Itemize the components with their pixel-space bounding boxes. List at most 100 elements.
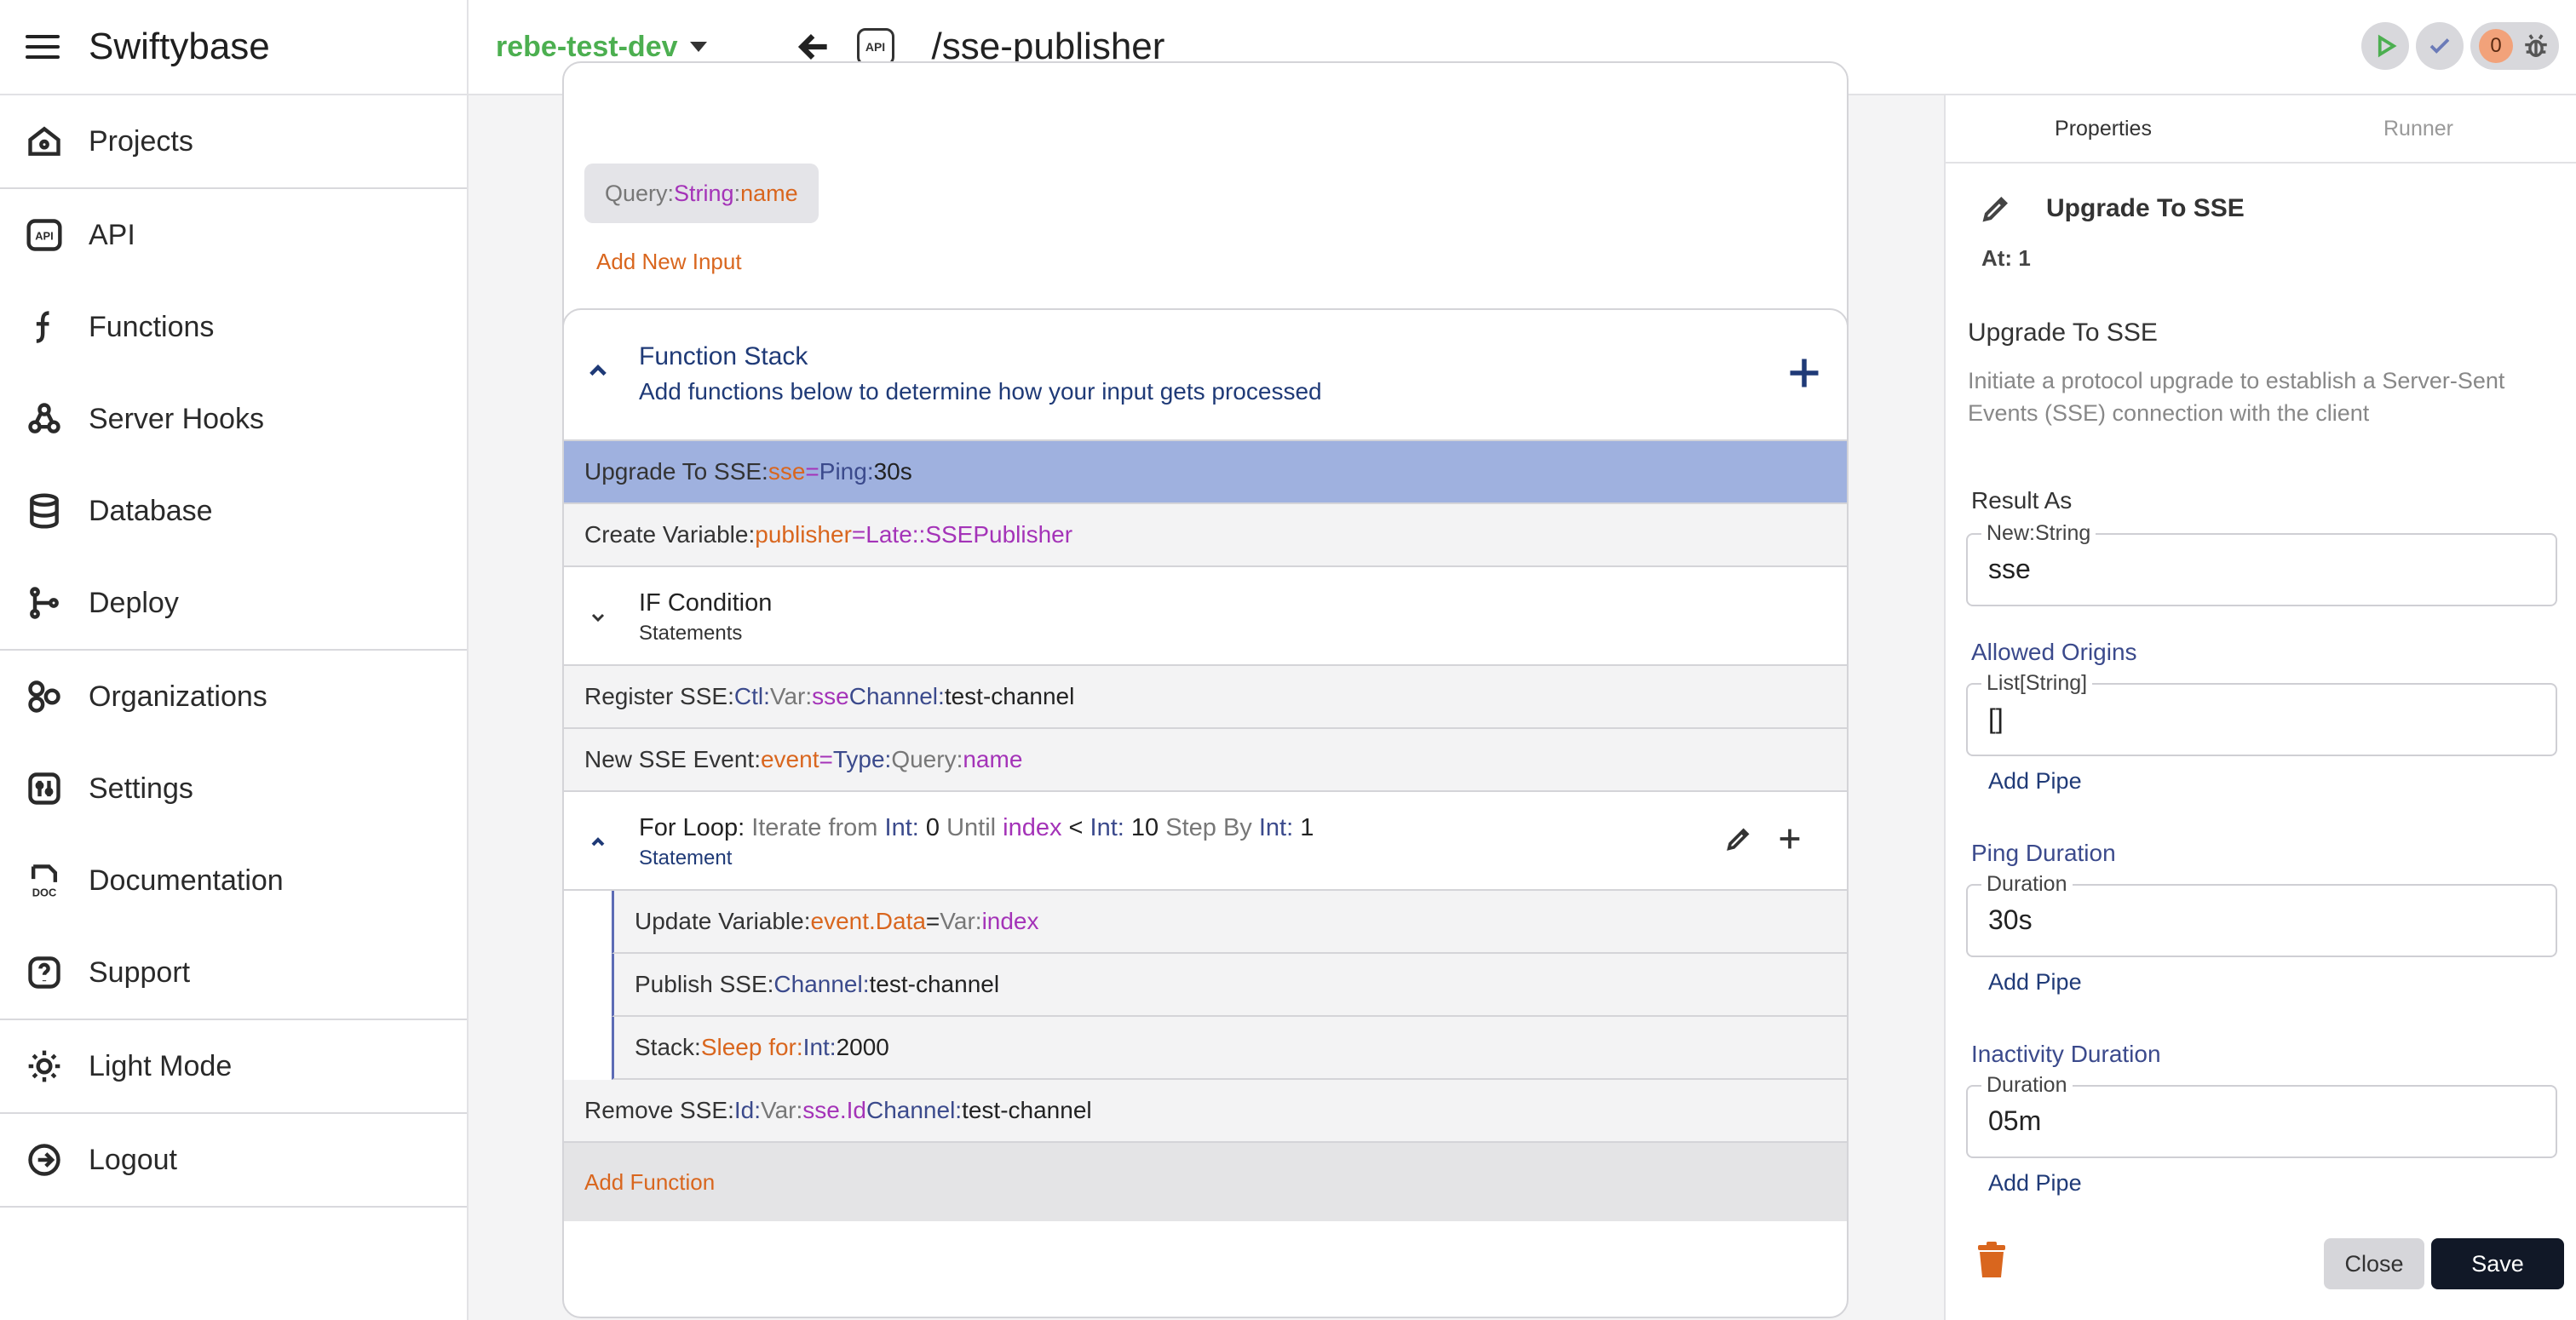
chevron-down-icon[interactable] [588,606,608,627]
error-count-badge: 0 [2479,29,2513,63]
row-label: Publish SSE: [635,971,774,997]
settings-icon [26,770,63,807]
stack-row-upgrade-sse[interactable]: Upgrade To SSE: sse = Ping: 30s [564,441,1847,504]
check-button[interactable] [2416,22,2464,70]
sidebar-item-light-mode[interactable]: Light Mode [0,1020,467,1112]
row-var: sse.Id [802,1097,866,1123]
git-branch-icon [26,584,63,622]
sidebar-item-settings[interactable]: Settings [0,743,467,835]
tab-runner[interactable]: Runner [2261,95,2576,162]
row-var: sse [768,458,806,485]
add-function-plus-icon[interactable] [1785,354,1823,392]
sidebar-item-label: Database [89,494,213,527]
loop-index: index [1003,814,1062,841]
ping-duration-field[interactable]: Duration 30s [1966,872,2557,957]
row-var: publisher [755,521,852,548]
sidebar-item-label: Deploy [89,586,179,619]
add-new-input-link[interactable]: Add New Input [596,249,742,275]
sidebar-item-label: Organizations [89,680,267,713]
back-arrow-icon[interactable] [796,28,833,66]
function-stack-card: Function Stack Add functions below to de… [562,308,1849,1318]
row-channel-value: test-channel [962,1097,1092,1123]
tab-properties[interactable]: Properties [1946,95,2261,162]
row-value: 2000 [836,1034,889,1060]
loop-to: 10 [1130,814,1159,841]
project-selector[interactable]: rebe-test-dev [496,31,707,64]
stack-row-new-sse-event[interactable]: New SSE Event: event = Type: Query: name [564,729,1847,792]
row-label: Remove SSE: [584,1097,734,1123]
logout-icon [26,1141,63,1179]
sidebar-item-label: Functions [89,310,215,343]
caret-down-icon [689,42,707,52]
loop-from: 0 [925,814,940,841]
row-eq: = [925,908,940,934]
debug-button[interactable]: 0 [2470,22,2559,70]
sidebar-item-deploy[interactable]: Deploy [0,557,467,649]
trash-icon[interactable] [1975,1242,2009,1279]
row-channel-label: Channel: [848,683,945,709]
add-pipe-origins-link[interactable]: Add Pipe [1988,768,2082,795]
loop-until: Until [940,814,1003,841]
loop-step: Step By [1159,814,1259,841]
menu-icon[interactable] [26,30,60,64]
row-var-label: Var: [940,908,982,934]
allowed-origins-field[interactable]: List[String] [] [1966,671,2557,756]
help-icon [26,954,63,991]
row-label: Upgrade To SSE: [584,458,768,485]
if-condition-title: IF Condition [639,589,773,617]
row-channel-label: Channel: [773,971,870,997]
stack-row-remove-sse[interactable]: Remove SSE: Id: Var: sse.Id Channel: tes… [564,1080,1847,1143]
save-button[interactable]: Save [2431,1238,2564,1289]
add-function-link[interactable]: Add Function [564,1143,1847,1221]
stack-row-create-variable[interactable]: Create Variable: publisher = Late::SSEPu… [564,504,1847,567]
sidebar-item-label: Projects [89,124,193,158]
loop-iterate: Iterate from [751,814,885,841]
row-var-label: Var: [769,683,813,709]
ping-duration-label: Ping Duration [1971,840,2116,866]
project-name: rebe-test-dev [496,30,678,63]
row-type: Late::SSEPublisher [865,521,1073,548]
database-icon [26,492,63,530]
stack-row-for-loop[interactable]: For Loop: Iterate from Int: 0 Until inde… [564,792,1847,891]
play-icon [2378,34,2397,58]
close-button[interactable]: Close [2324,1238,2424,1289]
row-type-label: Type: [832,746,892,772]
chevron-up-icon[interactable] [588,831,608,852]
input-chip[interactable]: Query: String: name [584,164,819,223]
sidebar-item-documentation[interactable]: DOC Documentation [0,835,467,927]
sidebar-item-functions[interactable]: Functions [0,281,467,373]
stack-row-register-sse[interactable]: Register SSE: Ctl: Var: sse Channel: tes… [564,666,1847,729]
function-name: Upgrade To SSE [1968,319,2158,347]
row-fn: Sleep for: [700,1034,803,1060]
pencil-icon[interactable] [1724,824,1753,853]
row-ctl: Ctl: [733,683,770,709]
inactivity-duration-field[interactable]: Duration 05m [1966,1073,2557,1158]
stack-row-update-variable[interactable]: Update Variable: event.Data = Var: index [612,891,1847,954]
row-eq: = [819,746,833,772]
row-query-label: Query: [891,746,963,772]
sidebar-item-organizations[interactable]: Organizations [0,651,467,743]
stack-row-sleep[interactable]: Stack: Sleep for: Int: 2000 [612,1017,1847,1080]
result-as-legend: New:String [1981,521,2096,546]
stack-row-publish-sse[interactable]: Publish SSE: Channel: test-channel [612,954,1847,1017]
run-button[interactable] [2361,22,2409,70]
sidebar-item-logout[interactable]: Logout [0,1114,467,1206]
sidebar-item-label: Logout [89,1143,177,1176]
loop-by: 1 [1300,814,1314,841]
plus-icon[interactable] [1775,824,1804,853]
pencil-icon[interactable] [1980,192,2012,225]
sidebar-item-database[interactable]: Database [0,465,467,557]
add-pipe-inactivity-link[interactable]: Add Pipe [1988,1170,2082,1197]
stack-row-if-condition[interactable]: IF Condition Statements [564,567,1847,666]
panel-title: Upgrade To SSE [2046,194,2245,222]
sidebar-item-api[interactable]: API API [0,189,467,281]
sidebar-item-projects[interactable]: Projects [0,95,467,187]
result-as-field[interactable]: New:String sse [1966,521,2557,606]
sidebar-item-support[interactable]: Support [0,927,467,1019]
row-channel-label: Channel: [865,1097,963,1123]
sidebar-item-server-hooks[interactable]: Server Hooks [0,373,467,465]
add-pipe-ping-link[interactable]: Add Pipe [1988,969,2082,996]
row-ping-value: 30s [873,458,912,485]
function-stack-subtitle: Add functions below to determine how you… [639,378,1322,405]
chevron-up-icon[interactable] [586,359,610,383]
